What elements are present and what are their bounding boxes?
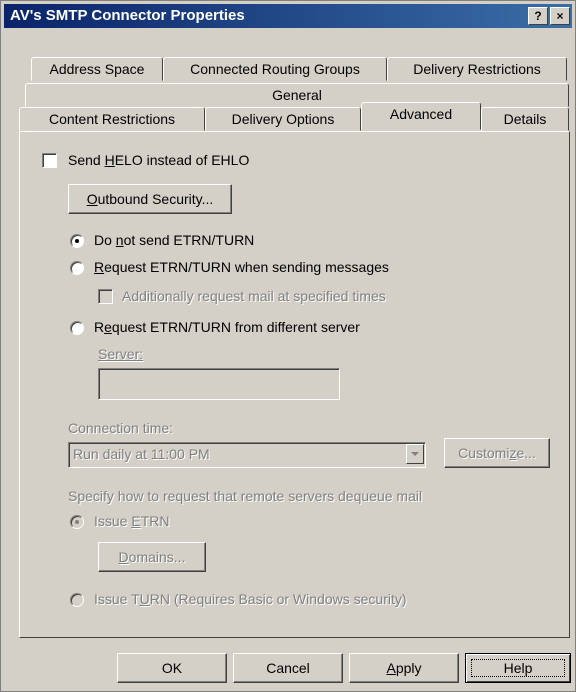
tab-delivery-restrictions[interactable]: Delivery Restrictions [387, 57, 567, 81]
outbound-security-button[interactable]: Outbound Security... [68, 184, 232, 214]
connection-time-value: Run daily at 11:00 PM [73, 446, 210, 462]
close-icon[interactable]: × [550, 7, 570, 25]
tab-delivery-options[interactable]: Delivery Options [205, 107, 361, 131]
domains-button[interactable]: Domains... [98, 542, 206, 572]
cancel-button[interactable]: Cancel [233, 653, 343, 683]
help-button-focus: Help [471, 659, 565, 677]
tab-address-space[interactable]: Address Space [31, 57, 163, 81]
server-label: Server: [98, 346, 144, 362]
issue-etrn-radio[interactable] [70, 515, 84, 529]
send-helo-checkbox[interactable] [42, 153, 57, 168]
do-not-send-etrn-label[interactable]: Do not send ETRN/TURN [94, 232, 254, 248]
customize-button[interactable]: Customize... [444, 438, 550, 468]
issue-turn-radio[interactable] [70, 593, 84, 607]
dropdown-button[interactable] [406, 444, 424, 464]
connection-time-select[interactable]: Run daily at 11:00 PM [68, 442, 426, 468]
tab-content-restrictions[interactable]: Content Restrictions [19, 107, 205, 131]
dequeue-label: Specify how to request that remote serve… [68, 488, 423, 504]
apply-button[interactable]: Apply [349, 653, 459, 683]
request-etrn-when-sending-radio[interactable] [70, 261, 84, 275]
tab-details[interactable]: Details [481, 107, 569, 131]
connection-time-label: Connection time: [68, 420, 174, 436]
ok-button[interactable]: OK [117, 653, 227, 683]
additionally-request-checkbox[interactable] [98, 289, 113, 304]
do-not-send-etrn-radio[interactable] [70, 234, 84, 248]
tab-advanced[interactable]: Advanced [361, 102, 481, 130]
chevron-down-icon [411, 452, 419, 456]
server-field[interactable] [98, 368, 340, 400]
additionally-request-label: Additionally request mail at specified t… [122, 288, 386, 304]
request-etrn-different-server-radio[interactable] [70, 321, 84, 335]
issue-etrn-label: Issue ETRN [94, 513, 170, 529]
send-helo-label[interactable]: Send HELO instead of EHLO [68, 152, 249, 168]
request-etrn-when-sending-label[interactable]: Request ETRN/TURN when sending messages [94, 259, 389, 275]
request-etrn-different-server-label[interactable]: Request ETRN/TURN from different server [94, 319, 360, 335]
issue-turn-label: Issue TURN (Requires Basic or Windows se… [94, 591, 407, 607]
title-bar: AV's SMTP Connector Properties ? × [4, 4, 572, 28]
properties-dialog: AV's SMTP Connector Properties ? × Addre… [0, 0, 576, 692]
tab-general[interactable]: General [25, 83, 569, 107]
tab-connected-routing-groups[interactable]: Connected Routing Groups [163, 57, 387, 81]
help-button[interactable]: Help [465, 653, 571, 683]
help-icon[interactable]: ? [528, 7, 548, 25]
window-title: AV's SMTP Connector Properties [10, 7, 245, 24]
advanced-panel: Send HELO instead of EHLO Outbound Secur… [19, 131, 570, 638]
